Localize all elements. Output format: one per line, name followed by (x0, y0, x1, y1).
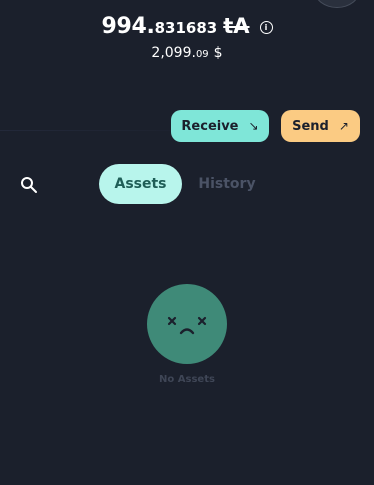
tab-assets[interactable]: Assets (99, 164, 182, 204)
receive-label: Receive (181, 118, 239, 134)
balance-decimal: 831683 (154, 19, 218, 37)
fiat-balance: 2,099. 09 $ (0, 45, 374, 61)
search-icon[interactable] (20, 176, 38, 194)
avatar[interactable] (314, 0, 360, 8)
tab-history[interactable]: History (190, 164, 264, 204)
fiat-decimal: 09 (195, 49, 209, 60)
send-label: Send (292, 118, 329, 134)
sad-face-icon (147, 284, 227, 364)
fiat-integer: 2,099. (151, 45, 196, 61)
balance-amount: 994. 831683 tA (101, 14, 249, 39)
empty-state-label: No Assets (159, 374, 215, 385)
tab-assets-label: Assets (114, 176, 167, 192)
arrow-down-right-icon: ↘ (248, 119, 259, 133)
empty-state: No Assets (0, 284, 374, 385)
balance-integer: 994. (101, 14, 155, 39)
balance: 994. 831683 tA i (0, 14, 374, 39)
fiat-symbol: $ (213, 45, 223, 61)
send-button[interactable]: Send ↗ (281, 110, 360, 142)
currency-symbol: tA (223, 14, 250, 38)
arrow-up-right-icon: ↗ (338, 119, 349, 133)
receive-button[interactable]: Receive ↘ (171, 110, 269, 142)
tab-history-label: History (198, 176, 256, 192)
info-icon[interactable]: i (259, 21, 273, 34)
